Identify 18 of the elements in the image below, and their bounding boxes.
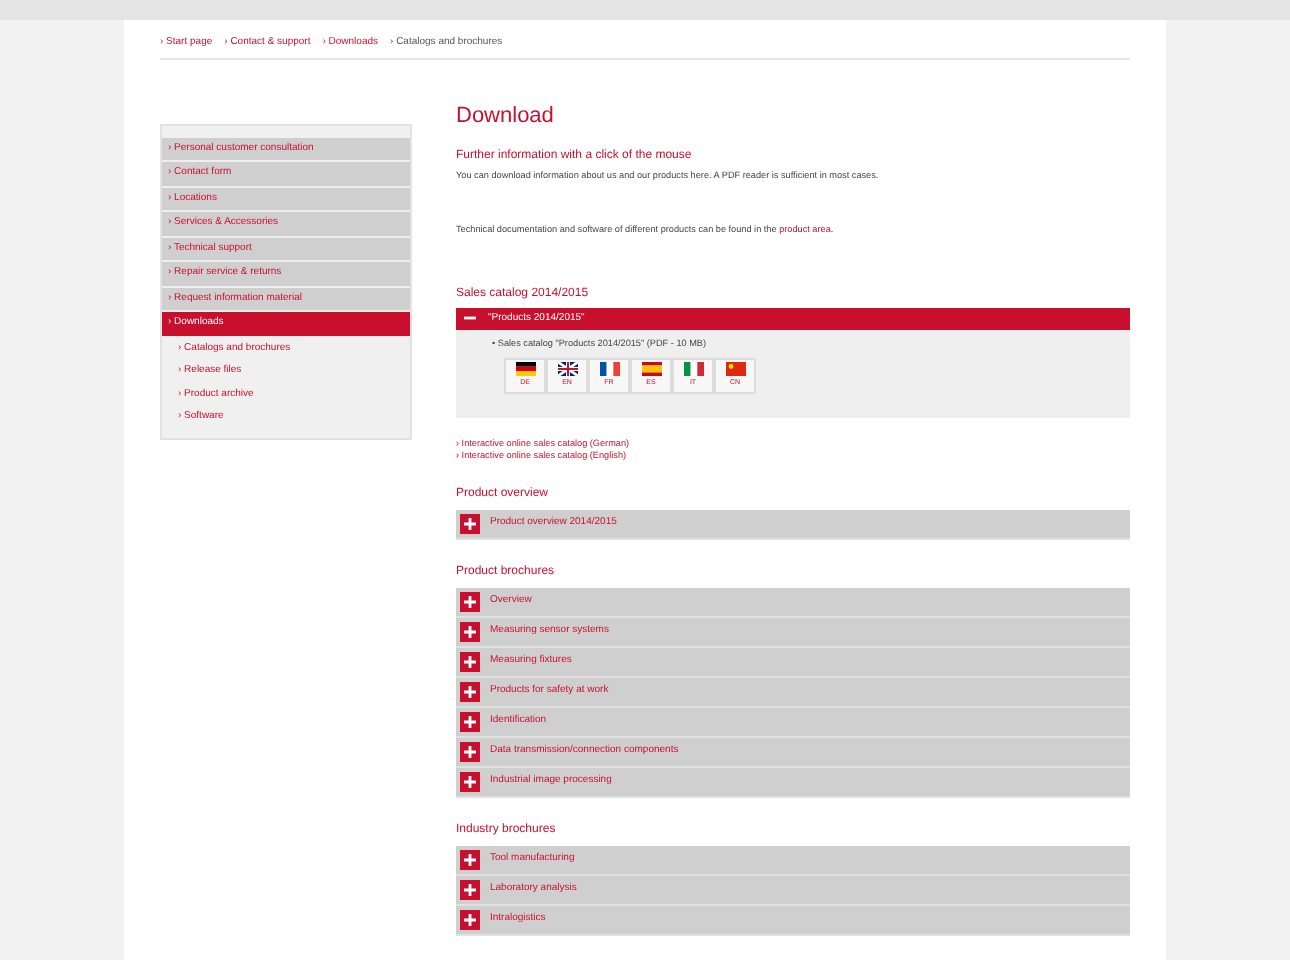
- flag-icon: [641, 362, 661, 377]
- plus-icon: [460, 741, 480, 762]
- plus-icon: [460, 909, 480, 930]
- plus-icon: [460, 681, 480, 702]
- flag-icon: [725, 362, 745, 377]
- plus-icon: [460, 849, 480, 870]
- plus-icon: [460, 711, 480, 732]
- plus-icon: [460, 591, 480, 612]
- flag-icon: [557, 362, 577, 377]
- plus-icon: [460, 879, 480, 900]
- flag-icon: [599, 362, 619, 377]
- page-title: Download: [456, 101, 556, 131]
- plus-icon: [460, 513, 480, 534]
- plus-icon: [460, 651, 480, 672]
- plus-icon: [460, 621, 480, 642]
- flag-icon: [515, 362, 535, 377]
- plus-icon: [460, 771, 480, 792]
- flag-icon: [683, 362, 703, 377]
